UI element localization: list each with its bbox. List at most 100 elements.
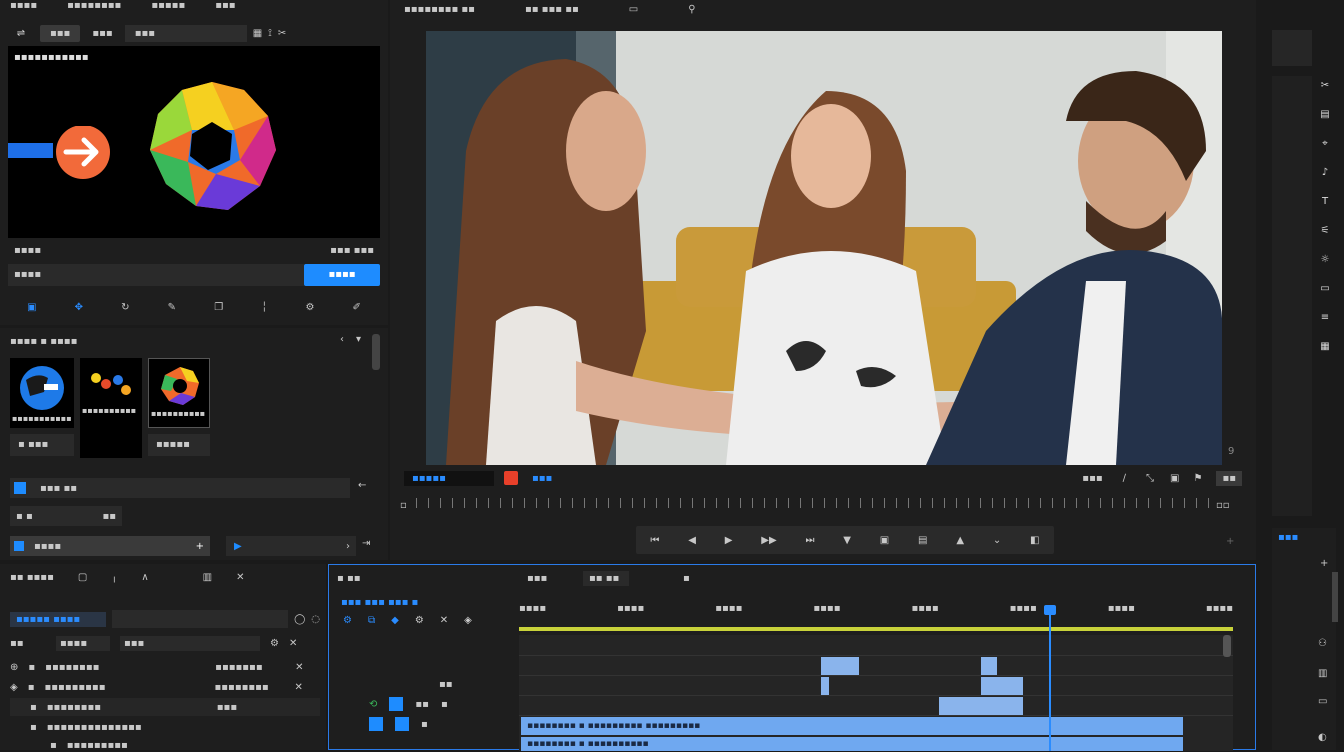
menu-item-2[interactable]: ▪▪▪▪▪ xyxy=(151,0,185,14)
clip-small-2[interactable] xyxy=(821,677,829,695)
library-scrollbar[interactable] xyxy=(372,334,380,370)
transport-button-4[interactable]: ⏭ xyxy=(805,535,814,546)
tree-icon[interactable]: ⌖ xyxy=(1322,138,1328,149)
snap-icon[interactable]: ⚙ xyxy=(343,615,352,626)
box-icon[interactable]: ▭ xyxy=(1318,696,1327,707)
monitor-icon[interactable]: ▭ xyxy=(629,4,638,15)
add-button-icon[interactable]: + xyxy=(1226,536,1234,547)
x-icon[interactable]: ✕ xyxy=(289,638,297,649)
bars-icon[interactable]: ≡ xyxy=(1321,312,1329,323)
transport-button-5[interactable]: ▼ xyxy=(843,535,851,546)
link-icon[interactable]: ⇌ xyxy=(8,28,34,39)
transport-button-8[interactable]: ▲ xyxy=(956,535,964,546)
collapse-icon[interactable]: ⇥ xyxy=(362,538,370,549)
move-icon[interactable]: ✥ xyxy=(75,302,83,313)
wand-icon[interactable]: ⟟ xyxy=(268,28,272,39)
menu-item-1[interactable]: ▪▪▪▪▪▪▪▪ xyxy=(67,0,121,14)
settings-icon[interactable]: ⚙ xyxy=(415,615,424,626)
cut-icon[interactable]: ✂ xyxy=(1321,80,1329,91)
track-toggle-icon[interactable] xyxy=(369,717,383,731)
marker-icon[interactable]: ◆ xyxy=(391,615,399,626)
settings-small-icon[interactable]: ⚙ xyxy=(270,638,279,649)
clipboard-icon[interactable]: ▤ xyxy=(1320,109,1329,120)
plus-icon[interactable]: + xyxy=(1320,558,1328,569)
tab-source-0[interactable]: ▪▪▪ xyxy=(40,24,81,42)
arrow-left-icon[interactable]: ← xyxy=(358,480,366,491)
chevron-down-icon[interactable]: ▾ xyxy=(356,334,361,345)
timecode[interactable]: ▪▪▪▪▪ xyxy=(404,470,494,486)
timeline-tab-2[interactable]: ▪ xyxy=(683,573,690,584)
tab-source-1[interactable]: ▪▪▪ xyxy=(86,25,118,42)
plus-icon[interactable]: + xyxy=(196,541,204,552)
text-icon[interactable]: T xyxy=(1322,196,1328,207)
pen-tool-icon[interactable]: ∕ xyxy=(1123,473,1126,484)
project-row-1[interactable]: ◈ ▪ ▪▪▪▪▪▪▪▪▪ ▪▪▪▪▪▪▪▪ ✕ xyxy=(10,678,320,696)
track-lock-icon[interactable] xyxy=(389,697,404,711)
marker-icon[interactable]: ⚑ xyxy=(1193,473,1202,484)
crop-icon[interactable]: ▣ xyxy=(27,302,36,313)
frame-icon[interactable]: ▣ xyxy=(1170,473,1179,484)
close-icon[interactable]: ✕ xyxy=(236,572,244,583)
scissors-icon[interactable]: ✂ xyxy=(278,28,286,39)
out-point-icon[interactable]: ▫▫ xyxy=(1216,500,1230,511)
person-icon[interactable]: ⚇ xyxy=(1318,638,1327,649)
timeline-tab-1[interactable]: ▪▪ ▪▪ xyxy=(583,571,629,586)
transport-button-6[interactable]: ▣ xyxy=(880,535,889,546)
menu-item-3[interactable]: ▪▪▪ xyxy=(215,0,235,14)
library-item-2[interactable]: ▪▪▪▪▪▪▪▪▪▪ xyxy=(148,358,210,428)
clip-main-0[interactable]: ▪▪▪▪▪▪▪▪ ▪ ▪▪▪▪▪▪▪▪▪ ▪▪▪▪▪▪▪▪▪ xyxy=(521,717,1183,735)
transport-button-10[interactable]: ◧ xyxy=(1030,535,1039,546)
layers-icon[interactable]: ❐ xyxy=(214,302,223,313)
grid-small-icon[interactable]: ▦ xyxy=(1320,341,1329,352)
brush-icon[interactable]: ✐ xyxy=(353,302,361,313)
library-item-0[interactable]: ▪▪▪▪▪▪▪▪▪▪▪ xyxy=(10,358,74,428)
menu-item-0[interactable]: ▪▪▪▪ xyxy=(10,0,37,14)
column-2[interactable]: ▪▪▪ xyxy=(120,635,260,651)
transport-button-9[interactable]: ⌄ xyxy=(993,535,1001,546)
timeline-scrollbar[interactable] xyxy=(1223,635,1231,657)
project-row-3[interactable]: ▪ ▪▪▪▪▪▪▪▪▪▪▪▪▪▪ xyxy=(10,718,320,736)
pen-icon[interactable]: ✎ xyxy=(168,302,176,313)
library-row-1[interactable]: ▪▪▪ ▪▪ xyxy=(10,478,350,498)
reset-icon[interactable]: ◌ xyxy=(311,614,320,625)
grid-icon[interactable]: ▦ xyxy=(253,28,262,39)
tab-source-2[interactable]: ▪▪▪ xyxy=(124,24,247,42)
clip-small-1[interactable] xyxy=(981,657,997,675)
columns-icon[interactable]: ▥ xyxy=(203,572,212,583)
rotate-icon[interactable]: ↻ xyxy=(121,302,129,313)
column-1[interactable]: ▪▪▪▪ xyxy=(56,635,110,651)
link-icon[interactable]: ⧉ xyxy=(368,615,375,626)
right-scroll-thumb[interactable] xyxy=(1332,572,1338,622)
x-icon[interactable]: ✕ xyxy=(294,682,302,693)
settings-icon[interactable]: ⚙ xyxy=(305,302,314,313)
project-search-input[interactable] xyxy=(112,610,289,628)
expand-icon[interactable]: ⤡ xyxy=(1146,473,1154,484)
rect-icon[interactable]: ▭ xyxy=(1320,283,1329,294)
apply-button[interactable]: ▪▪▪▪ xyxy=(304,264,380,286)
slider-icon[interactable]: ⚟ xyxy=(1321,225,1330,236)
name-field[interactable]: ▪▪▪▪ xyxy=(8,264,304,286)
clip-small-0[interactable] xyxy=(821,657,859,675)
in-point-icon[interactable]: ▫ xyxy=(400,500,407,511)
circle-icon[interactable]: ◐ xyxy=(1318,732,1327,743)
sun-icon[interactable]: ☼ xyxy=(1321,254,1330,265)
transport-button-0[interactable]: ⏮ xyxy=(650,535,659,546)
program-right-label-1[interactable]: ▪▪ xyxy=(1216,470,1242,486)
sync-icon[interactable]: ⟲ xyxy=(369,699,377,710)
music-icon[interactable]: ♪ xyxy=(1322,167,1328,178)
chevron-left-icon[interactable]: ‹ xyxy=(340,334,344,345)
x-icon[interactable]: ✕ xyxy=(295,662,303,673)
project-search-chip[interactable]: ▪▪▪▪▪ ▪▪▪▪ xyxy=(10,611,106,627)
clip-small-3[interactable] xyxy=(981,677,1023,695)
timeline-tab-0[interactable]: ▪▪▪ xyxy=(527,573,583,584)
column-0[interactable]: ▪▪ xyxy=(10,638,46,649)
clip-small-4[interactable] xyxy=(939,697,1023,715)
project-row-0[interactable]: ⊕ ▪ ▪▪▪▪▪▪▪▪ ▪▪▪▪▪▪▪ ✕ xyxy=(10,658,320,676)
transport-button-7[interactable]: ▤ xyxy=(918,535,927,546)
library-row-4[interactable]: ▶ › xyxy=(226,536,356,556)
library-row-3[interactable]: ▪▪▪▪ + xyxy=(10,536,210,556)
tool-icon[interactable]: ⚲ xyxy=(688,4,695,15)
record-icon[interactable] xyxy=(504,471,518,485)
square-icon[interactable]: ▢ xyxy=(78,572,87,583)
playhead-handle[interactable] xyxy=(1044,605,1056,615)
